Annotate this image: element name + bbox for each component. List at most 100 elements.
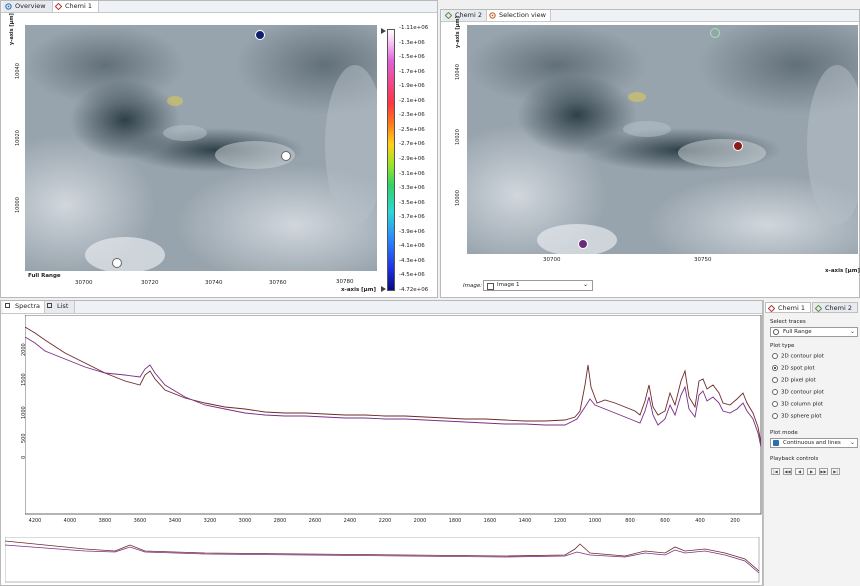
spectra-x-tick: 200 — [730, 518, 740, 524]
chemi-icon — [815, 305, 822, 312]
colorbar-label: -4.3e+06 — [399, 257, 425, 264]
overview-icon — [5, 3, 12, 10]
overview-strip[interactable] — [5, 537, 760, 583]
spectra-x-tick: 2800 — [273, 518, 287, 524]
image-select-value: Image 1 — [497, 282, 520, 288]
right-image-texture — [467, 25, 858, 254]
spectra-x-tick: 3000 — [238, 518, 252, 524]
colorbar-label: -3.1e+06 — [399, 170, 425, 177]
colorbar-label: -4.1e+06 — [399, 243, 425, 250]
spectra-tabbar: Spectra List — [1, 301, 762, 314]
chevron-down-icon: ⌄ — [582, 281, 588, 288]
playback-prev-button[interactable]: ◀ — [795, 468, 804, 475]
spectra-x-tick: 4000 — [63, 518, 77, 524]
spectra-plot[interactable] — [25, 315, 762, 515]
tab-overview[interactable]: Overview — [3, 1, 53, 12]
traces-icon — [773, 329, 779, 335]
playback-rewind-button[interactable]: ◀◀ — [783, 468, 792, 475]
radio-label: 3D sphere plot — [781, 413, 822, 420]
playback-last-button[interactable]: ▶| — [831, 468, 840, 475]
radio-2d-pixel[interactable]: 2D pixel plot — [772, 377, 816, 384]
left-y-tick: 10000 — [15, 197, 21, 213]
right-image-panel: Chemi 2 Selection view y-axis [µm] 10040… — [440, 9, 860, 298]
colorbar-label: -2.3e+06 — [399, 112, 425, 119]
spot-marker-purple[interactable] — [578, 239, 588, 249]
plot-mode-value: Continuous and lines — [783, 440, 841, 446]
colorbar-label: -1.11e+06 — [399, 25, 429, 31]
radio-3d-contour[interactable]: 3D contour plot — [772, 389, 824, 396]
colorbar-label: -4.5e+06 — [399, 272, 425, 279]
plot-type-label: Plot type — [770, 343, 795, 349]
colorbar-label: -3.3e+06 — [399, 185, 425, 192]
select-traces-combo[interactable]: Full Range ⌄ — [770, 327, 858, 337]
left-tabbar: Overview Chemi 1 — [1, 1, 437, 13]
spectra-x-tick: 1400 — [518, 518, 532, 524]
right-y-tick: 10020 — [455, 129, 461, 145]
tab-side-chemi-1[interactable]: Chemi 1 — [765, 302, 811, 313]
spectra-x-tick: 2600 — [308, 518, 322, 524]
colorbar-label: -2.7e+06 — [399, 141, 425, 148]
left-y-tick: 10020 — [15, 130, 21, 146]
left-x-tick: 30780 — [336, 279, 354, 285]
colorbar — [387, 29, 395, 291]
image-select[interactable]: Image 1 ⌄ — [483, 280, 593, 291]
colorbar-label: -1.5e+06 — [399, 54, 425, 61]
spot-marker-white[interactable] — [112, 258, 122, 268]
tab-chemi-2[interactable]: Chemi 2 — [443, 10, 487, 21]
tab-selection-view-label: Selection view — [499, 11, 546, 19]
spectra-x-tick: 3400 — [168, 518, 182, 524]
tab-selection-view[interactable]: Selection view — [487, 10, 551, 21]
spot-marker-green[interactable] — [710, 28, 720, 38]
spectra-panel: Spectra List 2000 1500 1000 500 0 4200 40… — [0, 300, 763, 586]
colorbar-label: -1.3e+06 — [399, 39, 425, 46]
colorbar-label: -2.5e+06 — [399, 126, 425, 133]
colorbar-top-handle-icon[interactable] — [381, 28, 386, 34]
plot-mode-label: Plot mode — [770, 430, 798, 436]
playback-forward-button[interactable]: ▶▶ — [819, 468, 828, 475]
chemi-icon — [445, 12, 452, 19]
spectra-x-tick: 3200 — [203, 518, 217, 524]
radio-3d-column[interactable]: 3D column plot — [772, 401, 823, 408]
plot-mode-combo[interactable]: Continuous and lines ⌄ — [770, 438, 858, 448]
spot-marker-red[interactable] — [733, 141, 743, 151]
colorbar-bottom-handle-icon[interactable] — [381, 286, 386, 292]
radio-icon — [772, 389, 778, 395]
radio-2d-contour[interactable]: 2D contour plot — [772, 353, 824, 360]
left-image-texture — [25, 25, 377, 271]
radio-label: 2D spot plot — [781, 365, 815, 372]
colorbar-label: -4.72e+06 — [399, 287, 429, 293]
tab-side-chemi-2[interactable]: Chemi 2 — [812, 302, 858, 313]
left-x-tick: 30760 — [269, 280, 287, 286]
playback-first-button[interactable]: |◀ — [771, 468, 780, 475]
radio-icon — [772, 413, 778, 419]
spot-marker-blue[interactable] — [255, 30, 265, 40]
spot-marker-white[interactable] — [281, 151, 291, 161]
right-microscope-image[interactable] — [467, 25, 858, 254]
right-y-tick: 10000 — [455, 190, 461, 206]
radio-icon — [772, 353, 778, 359]
radio-icon — [772, 401, 778, 407]
chevron-down-icon: ⌄ — [849, 328, 855, 335]
tab-list[interactable]: List — [45, 301, 75, 313]
colorbar-label: -1.7e+06 — [399, 68, 425, 75]
left-y-axis-label: y-axis [µm] — [9, 13, 15, 45]
radio-3d-sphere[interactable]: 3D sphere plot — [772, 413, 822, 420]
tab-chemi-1[interactable]: Chemi 1 — [53, 1, 99, 12]
radio-label: 3D contour plot — [781, 389, 824, 396]
colorbar-label: -2.1e+06 — [399, 97, 425, 104]
tab-spectra-label: Spectra — [15, 302, 41, 310]
radio-label: 3D column plot — [781, 401, 824, 408]
playback-play-button[interactable]: ▶ — [807, 468, 816, 475]
chemi-icon — [55, 3, 62, 10]
left-microscope-image[interactable] — [25, 25, 377, 271]
radio-2d-spot[interactable]: 2D spot plot — [772, 365, 815, 372]
radio-icon — [772, 377, 778, 383]
left-x-tick: 30700 — [75, 280, 93, 286]
tab-spectra[interactable]: Spectra — [3, 301, 45, 313]
select-traces-label: Select traces — [770, 319, 806, 325]
colorbar-label: -1.9e+06 — [399, 83, 425, 90]
spectra-x-tick: 1200 — [553, 518, 567, 524]
radio-selected-icon — [772, 365, 778, 371]
tab-side-chemi-2-label: Chemi 2 — [825, 304, 852, 312]
colorbar-label: -3.7e+06 — [399, 214, 425, 221]
